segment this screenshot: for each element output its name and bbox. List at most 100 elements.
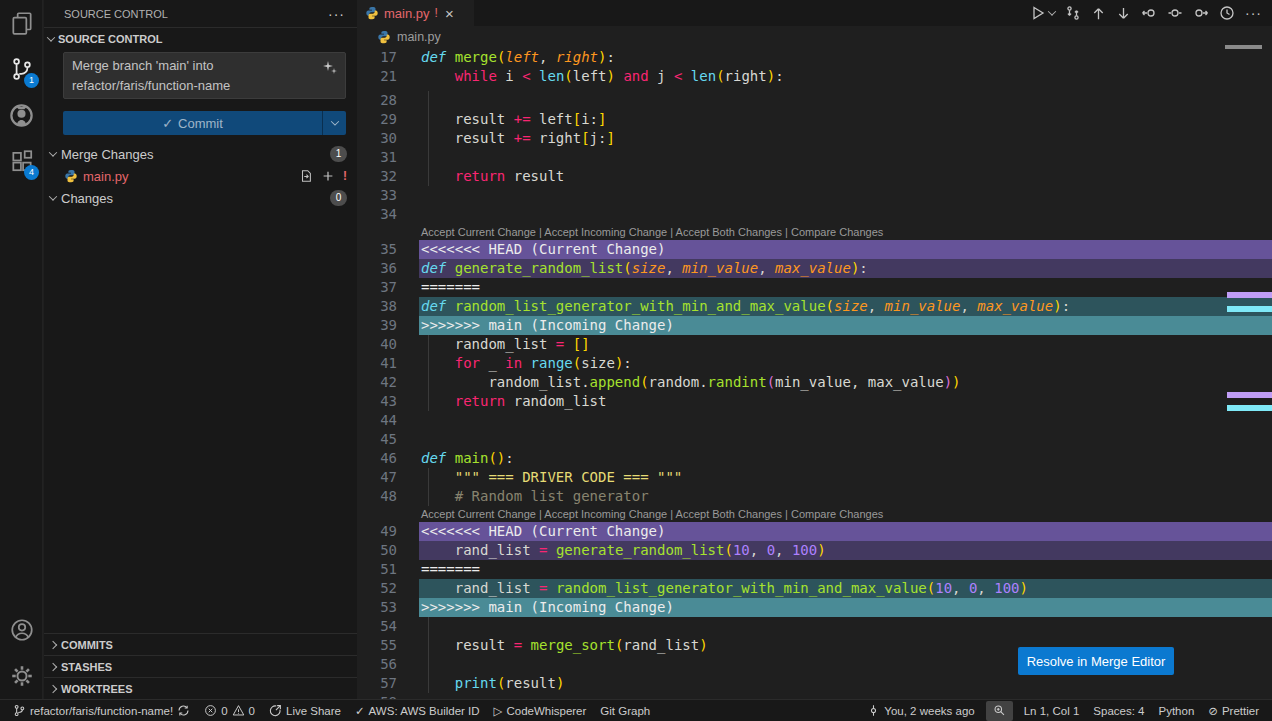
commit-dropdown-button[interactable] xyxy=(322,111,346,135)
code-line[interactable]: 46def main(): xyxy=(357,449,1272,468)
git-graph-label: Git Graph xyxy=(600,705,650,717)
code-line[interactable]: 30 result += right[j:] xyxy=(357,129,1272,148)
code-line[interactable]: 34 xyxy=(357,205,1272,224)
branch-status-item[interactable]: refactor/faris/function-name! xyxy=(6,700,197,721)
line-number: 45 xyxy=(357,430,397,449)
code-line[interactable]: 29 result += left[i:] xyxy=(357,110,1272,129)
code-line[interactable]: 54 xyxy=(357,617,1272,636)
scrollbar-slider[interactable] xyxy=(1225,45,1262,49)
live-share-label: Live Share xyxy=(286,705,341,717)
explorer-icon[interactable] xyxy=(0,0,43,46)
breadcrumb-item[interactable]: main.py xyxy=(397,30,441,44)
code-line[interactable]: 52 rand_list = random_list_generator_wit… xyxy=(357,579,1272,598)
breadcrumb[interactable]: main.py xyxy=(357,26,1272,48)
ruler-current-mark xyxy=(1227,392,1272,398)
sparkle-icon[interactable] xyxy=(323,61,337,75)
code-line[interactable]: 43 return random_list xyxy=(357,392,1272,411)
next-change-icon[interactable] xyxy=(1193,5,1209,21)
open-file-icon[interactable] xyxy=(299,169,313,183)
code-line[interactable]: 32 return result xyxy=(357,167,1272,186)
code-line[interactable]: 44 xyxy=(357,411,1272,430)
code-line[interactable]: 57 print(result) xyxy=(357,674,1272,693)
codelens-actions[interactable]: Accept Current Change | Accept Incoming … xyxy=(419,506,1272,522)
line-number: 29 xyxy=(357,110,397,129)
commit-button[interactable]: ✓ Commit xyxy=(63,111,346,135)
source-control-icon[interactable]: 1 xyxy=(0,46,43,92)
extensions-icon[interactable]: 4 xyxy=(0,138,43,184)
code-line[interactable]: 41 for _ in range(size): xyxy=(357,354,1272,373)
scm-provider-header[interactable]: SOURCE CONTROL xyxy=(44,27,357,49)
line-number: 53 xyxy=(357,598,397,617)
code-line[interactable]: 35<<<<<<< HEAD (Current Change) xyxy=(357,240,1272,259)
codewhisperer-status-item[interactable]: ▷ CodeWhisperer xyxy=(487,700,594,721)
status-bar: refactor/faris/function-name! 0 0 Live S… xyxy=(0,699,1272,721)
code-text: <<<<<<< HEAD (Current Change) xyxy=(419,240,1272,259)
commits-label: COMMITS xyxy=(61,639,113,651)
code-line[interactable]: 53>>>>>>> main (Incoming Change) xyxy=(357,598,1272,617)
file-row-main-py[interactable]: main.py ! xyxy=(44,165,357,187)
sidebar-more-actions-icon[interactable]: ··· xyxy=(328,6,345,22)
ruler-incoming-mark xyxy=(1227,405,1272,411)
code-line[interactable]: 36def generate_random_list(size, min_val… xyxy=(357,259,1272,278)
arrow-down-icon[interactable] xyxy=(1116,6,1131,21)
merge-changes-group[interactable]: Merge Changes 1 xyxy=(44,143,357,165)
code-line[interactable]: 28 xyxy=(357,91,1272,110)
worktrees-section[interactable]: WORKTREES xyxy=(44,677,357,699)
language-mode-item[interactable]: Python xyxy=(1151,700,1201,721)
account-icon[interactable] xyxy=(0,607,43,653)
code-text: random_list.append(random.randint(min_va… xyxy=(419,373,1272,392)
git-graph-status-item[interactable]: Git Graph xyxy=(593,700,657,721)
tab-main-py[interactable]: main.py ! × xyxy=(357,0,474,26)
prev-change-icon[interactable] xyxy=(1141,5,1157,21)
blame-status-item[interactable]: You, 2 weeks ago xyxy=(860,700,981,721)
github-icon[interactable] xyxy=(0,92,43,138)
indentation-item[interactable]: Spaces: 4 xyxy=(1086,700,1151,721)
timeline-icon[interactable] xyxy=(1219,5,1235,21)
problems-status-item[interactable]: 0 0 xyxy=(197,700,262,721)
changes-group[interactable]: Changes 0 xyxy=(44,187,357,209)
line-number: 42 xyxy=(357,373,397,392)
settings-gear-icon[interactable] xyxy=(0,653,43,699)
code-line[interactable]: 51======= xyxy=(357,560,1272,579)
code-line[interactable]: 38def random_list_generator_with_min_and… xyxy=(357,297,1272,316)
tab-close-icon[interactable]: × xyxy=(445,5,454,22)
code-line[interactable]: 31 xyxy=(357,148,1272,167)
code-text: def generate_random_list(size, min_value… xyxy=(419,259,1272,278)
code-line[interactable]: 21 while i < len(left) and j < len(right… xyxy=(357,67,1272,86)
code-line[interactable]: 49<<<<<<< HEAD (Current Change) xyxy=(357,522,1272,541)
code-line[interactable]: 17def merge(left, right): xyxy=(357,48,1272,67)
aws-status-item[interactable]: ✓ AWS: AWS Builder ID xyxy=(348,700,487,721)
cursor-position-item[interactable]: Ln 1, Col 1 xyxy=(1017,700,1087,721)
zoom-status-item[interactable] xyxy=(986,701,1013,721)
stashes-section[interactable]: STASHES xyxy=(44,655,357,677)
prettier-status-item[interactable]: ⊘ Prettier xyxy=(1201,700,1266,721)
code-line[interactable]: 42 random_list.append(random.randint(min… xyxy=(357,373,1272,392)
code-line[interactable]: 40 random_list = [] xyxy=(357,335,1272,354)
arrow-up-icon[interactable] xyxy=(1091,6,1106,21)
code-line[interactable]: 39>>>>>>> main (Incoming Change) xyxy=(357,316,1272,335)
line-number: 47 xyxy=(357,468,397,487)
line-number: 50 xyxy=(357,541,397,560)
code-line[interactable]: 33 xyxy=(357,186,1272,205)
more-actions-icon[interactable]: ··· xyxy=(1245,5,1262,21)
line-number: 46 xyxy=(357,449,397,468)
code-line[interactable]: 37======= xyxy=(357,278,1272,297)
code-line[interactable]: 47 """ === DRIVER CODE === """ xyxy=(357,468,1272,487)
codelens-row[interactable]: Accept Current Change | Accept Incoming … xyxy=(357,224,1272,240)
change-dot-icon[interactable] xyxy=(1167,5,1183,21)
code-line[interactable]: 50 rand_list = generate_random_list(10, … xyxy=(357,541,1272,560)
stage-changes-icon[interactable] xyxy=(321,169,335,183)
sidebar-title: SOURCE CONTROL xyxy=(64,8,168,20)
git-compare-icon[interactable] xyxy=(1065,5,1081,21)
aws-label: AWS: AWS Builder ID xyxy=(369,705,480,717)
resolve-in-merge-editor-button[interactable]: Resolve in Merge Editor xyxy=(1018,647,1174,675)
error-icon xyxy=(204,704,217,717)
code-line[interactable]: 48 # Random list generator xyxy=(357,487,1272,506)
codelens-row[interactable]: Accept Current Change | Accept Incoming … xyxy=(357,506,1272,522)
run-python-button[interactable] xyxy=(1030,5,1055,21)
codelens-actions[interactable]: Accept Current Change | Accept Incoming … xyxy=(419,224,1272,240)
commit-message-input[interactable]: Merge branch 'main' into refactor/faris/… xyxy=(63,52,346,99)
code-line[interactable]: 45 xyxy=(357,430,1272,449)
commits-section[interactable]: COMMITS xyxy=(44,633,357,655)
live-share-status-item[interactable]: Live Share xyxy=(262,700,348,721)
